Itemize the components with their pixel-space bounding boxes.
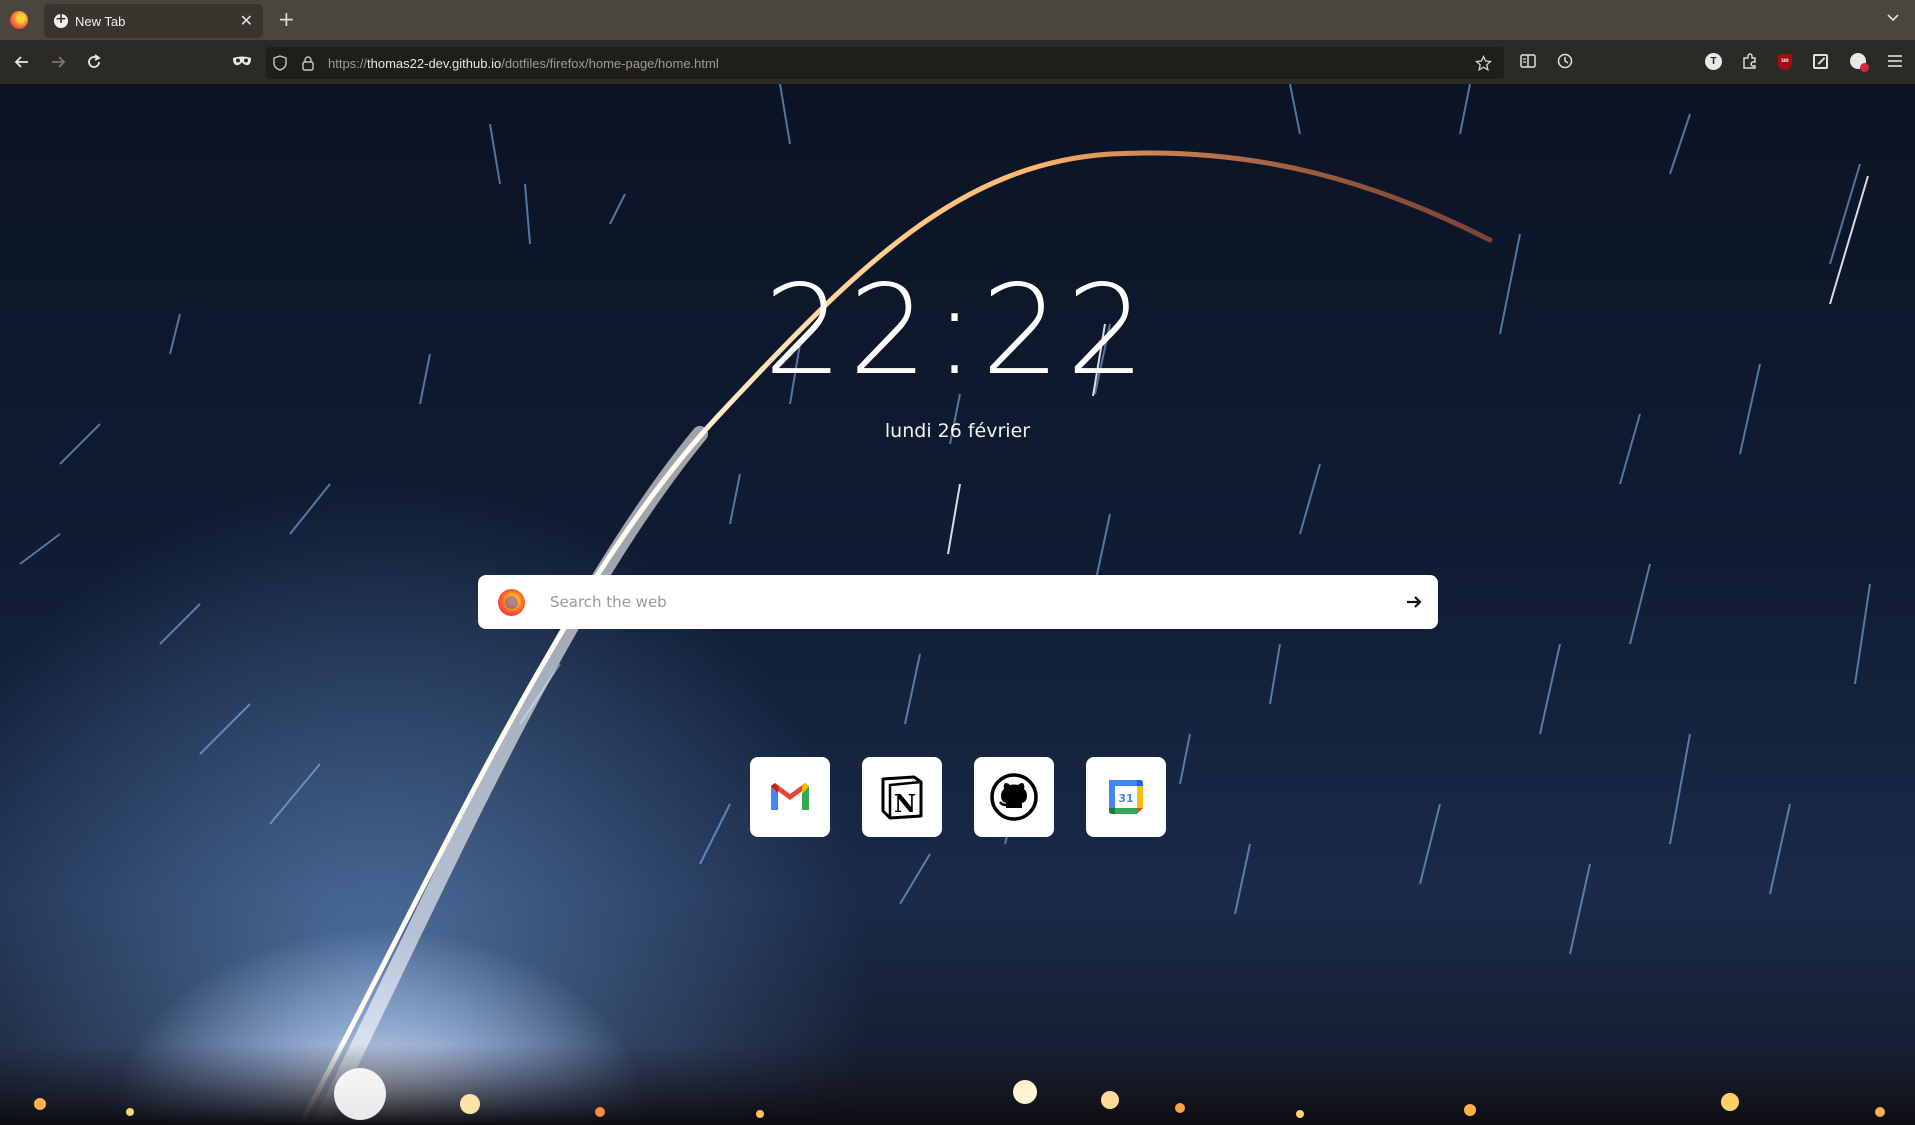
gmail-icon [771, 783, 809, 810]
url-bar[interactable]: https://thomas22-dev.github.io/dotfiles/… [266, 47, 1504, 79]
clock-time: 22:22 [763, 259, 1152, 403]
translate-extension-icon[interactable]: T [1705, 53, 1722, 70]
new-tab-favicon-icon [54, 11, 68, 28]
history-clock-icon[interactable] [1556, 52, 1574, 70]
profile-extension-icon[interactable] [1850, 53, 1869, 72]
arrow-right-icon[interactable] [1404, 592, 1424, 612]
firefox-menu-icon[interactable] [10, 11, 28, 29]
hamburger-menu-icon[interactable] [1886, 52, 1904, 70]
tab-title: New Tab [75, 14, 126, 29]
back-icon[interactable] [13, 53, 31, 71]
list-all-tabs-icon[interactable] [1885, 9, 1901, 25]
tab-strip: New Tab ✕ + [0, 0, 1915, 40]
shortcut-gmail[interactable] [750, 757, 830, 837]
notes-extension-icon[interactable] [1813, 54, 1828, 69]
shortcut-google-calendar[interactable]: 31 [1086, 757, 1166, 837]
lock-icon[interactable] [300, 55, 316, 71]
reload-icon[interactable] [85, 53, 103, 71]
firefox-logo-icon [498, 589, 525, 616]
shortcut-github[interactable] [974, 757, 1054, 837]
url-scheme: https:// [328, 56, 368, 71]
extensions-puzzle-icon[interactable] [1741, 52, 1759, 70]
close-tab-icon[interactable]: ✕ [240, 11, 253, 30]
shortcut-notion[interactable]: N [862, 757, 942, 837]
reader-view-icon[interactable] [1519, 52, 1537, 70]
new-tab-button[interactable]: + [278, 7, 295, 31]
search-input[interactable] [550, 587, 1350, 617]
tab-new-tab[interactable]: New Tab ✕ [44, 4, 263, 38]
forward-icon[interactable] [49, 53, 67, 71]
url-host: thomas22-dev.github.io [367, 56, 502, 71]
google-calendar-icon: 31 [1109, 780, 1143, 814]
new-tab-page: 22:22 lundi 26 février N [0, 84, 1915, 1125]
github-icon [990, 773, 1038, 821]
ublock-origin-icon[interactable]: uo [1778, 54, 1792, 70]
bookmark-star-icon[interactable] [1475, 55, 1492, 72]
clock-date: lundi 26 février [884, 420, 1031, 442]
star-trails [19, 84, 1871, 955]
url-path: /dotfiles/firefox/home-page/home.html [501, 56, 719, 71]
url-text[interactable]: https://thomas22-dev.github.io/dotfiles/… [328, 56, 719, 71]
calendar-day-label: 31 [1118, 792, 1133, 805]
svg-text:N: N [894, 789, 916, 818]
tracking-shield-icon[interactable] [272, 55, 288, 71]
private-mask-icon [233, 56, 251, 66]
notion-icon: N [881, 775, 923, 820]
search-bar [478, 575, 1438, 629]
